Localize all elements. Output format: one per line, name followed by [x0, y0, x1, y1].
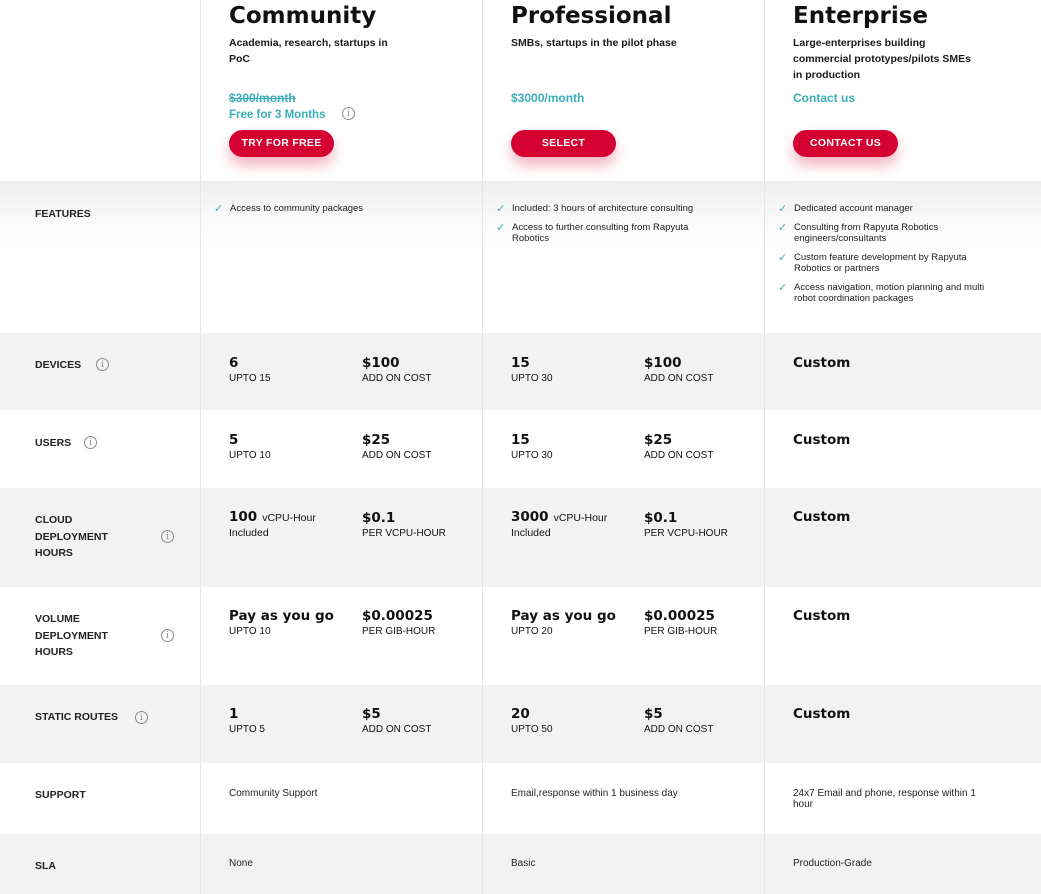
- devices-community-addon: $100 ADD ON COST: [362, 355, 432, 384]
- feature-item: ✓ Access to community packages: [214, 202, 364, 215]
- sla-community: None: [229, 858, 253, 869]
- volume-professional-included: Pay as you go UPTO 20: [511, 608, 616, 637]
- row-label-users: USERS: [35, 437, 72, 449]
- check-icon: ✓: [778, 251, 788, 264]
- row-label-support: SUPPORT: [35, 789, 86, 801]
- cloud-community-addon: $0.1 PER VCPU-HOUR: [362, 510, 446, 539]
- cloud-professional-included: 3000 vCPU-Hour Included: [511, 509, 608, 539]
- info-icon[interactable]: i: [161, 629, 174, 642]
- try-for-free-button[interactable]: TRY FOR FREE: [229, 130, 334, 157]
- cloud-professional-addon: $0.1 PER VCPU-HOUR: [644, 510, 728, 539]
- plan-description: Large-enterprises building commercial pr…: [793, 37, 971, 81]
- sla-row: SLA None Basic Production-Grade: [0, 834, 1041, 894]
- row-label-features: FEATURES: [35, 208, 91, 220]
- select-button[interactable]: SELECT: [511, 130, 616, 157]
- users-enterprise: Custom: [793, 432, 851, 448]
- devices-community-included: 6 UPTO 15: [229, 355, 271, 384]
- feature-item: ✓ Consulting from Rapyuta Robotics engine…: [778, 221, 939, 244]
- plan-price-original: $300/month: [229, 91, 296, 105]
- users-professional-included: 15 UPTO 30: [511, 432, 553, 461]
- check-icon: ✓: [778, 202, 788, 215]
- row-label-devices: DEVICES: [35, 359, 82, 371]
- plan-price-note: Free for 3 Months: [229, 108, 325, 122]
- support-row: SUPPORT Community Support Email,response…: [0, 763, 1041, 834]
- plan-title: Community: [229, 3, 377, 29]
- support-enterprise: 24x7 Email and phone, response within 1 …: [793, 788, 976, 810]
- support-community: Community Support: [229, 788, 318, 799]
- volume-professional-addon: $0.00025 PER GIB-HOUR: [644, 608, 718, 637]
- users-row: USERS i 5 UPTO 10 $25 ADD ON COST 15 UPT…: [0, 410, 1041, 488]
- plan-title: Professional: [511, 3, 672, 29]
- volume-deployment-row: VOLUME DEPLOYMENT HOURS i Pay as you go …: [0, 587, 1041, 685]
- users-community-addon: $25 ADD ON COST: [362, 432, 432, 461]
- features-professional: ✓ Included: 3 hours of architecture consu…: [496, 203, 716, 252]
- info-icon[interactable]: i: [84, 436, 97, 449]
- users-community-included: 5 UPTO 10: [229, 432, 271, 461]
- devices-enterprise: Custom: [793, 355, 851, 371]
- check-icon: ✓: [496, 202, 506, 215]
- info-icon[interactable]: i: [135, 711, 148, 724]
- row-label-volume-deployment: VOLUME DEPLOYMENT HOURS: [35, 613, 108, 658]
- check-icon: ✓: [778, 221, 788, 234]
- sla-enterprise: Production-Grade: [793, 858, 872, 869]
- cloud-enterprise: Custom: [793, 509, 851, 525]
- cloud-community-included: 100 vCPU-Hour Included: [229, 509, 316, 539]
- contact-us-link[interactable]: Contact us: [793, 91, 855, 105]
- feature-item: ✓ Access to further consulting from Rapyu…: [496, 221, 689, 244]
- features-community: ✓ Access to community packages: [214, 203, 434, 222]
- devices-professional-addon: $100 ADD ON COST: [644, 355, 714, 384]
- sla-professional: Basic: [511, 858, 536, 869]
- plan-price: $3000/month: [511, 91, 585, 105]
- feature-item: ✓ Included: 3 hours of architecture consu…: [496, 202, 694, 215]
- plan-description: Academia, research, startups in PoC: [229, 37, 388, 65]
- plan-description: SMBs, startups in the pilot phase: [511, 37, 677, 49]
- plans-header: Community Academia, research, startups i…: [0, 0, 1041, 181]
- feature-item: ✓ Access navigation, motion planning and …: [778, 281, 985, 304]
- info-icon[interactable]: i: [161, 530, 174, 543]
- volume-community-included: Pay as you go UPTO 10: [229, 608, 334, 637]
- devices-professional-included: 15 UPTO 30: [511, 355, 553, 384]
- users-professional-addon: $25 ADD ON COST: [644, 432, 714, 461]
- price-note-text: Free for 3 Months: [229, 109, 326, 121]
- row-label-static-routes: STATIC ROUTES: [35, 711, 119, 723]
- plan-title: Enterprise: [793, 3, 929, 29]
- devices-row: DEVICES i 6 UPTO 15 $100 ADD ON COST 15 …: [0, 333, 1041, 410]
- contact-us-button[interactable]: CONTACT US: [793, 130, 898, 157]
- routes-professional-addon: $5 ADD ON COST: [644, 706, 714, 735]
- column-divider: [200, 0, 201, 894]
- volume-enterprise: Custom: [793, 608, 851, 624]
- info-icon[interactable]: i: [96, 358, 109, 371]
- routes-community-addon: $5 ADD ON COST: [362, 706, 432, 735]
- routes-community-included: 1 UPTO 5: [229, 706, 265, 735]
- row-label-cloud-deployment: CLOUD DEPLOYMENT HOURS: [35, 514, 108, 559]
- features-enterprise: ✓ Dedicated account manager ✓ Consulting f…: [778, 203, 998, 312]
- volume-community-addon: $0.00025 PER GIB-HOUR: [362, 608, 436, 637]
- check-icon: ✓: [496, 221, 506, 234]
- features-row: FEATURES ✓ Access to community packages ✓…: [0, 181, 1041, 333]
- feature-item: ✓ Dedicated account manager: [778, 202, 913, 215]
- check-icon: ✓: [778, 281, 788, 294]
- cloud-deployment-row: CLOUD DEPLOYMENT HOURS i 100 vCPU-Hour In…: [0, 488, 1041, 587]
- column-divider: [482, 0, 483, 894]
- info-icon[interactable]: i: [342, 107, 355, 120]
- support-professional: Email,response within 1 business day: [511, 788, 678, 799]
- column-divider: [764, 0, 765, 894]
- row-label-sla: SLA: [35, 860, 56, 872]
- check-icon: ✓: [214, 202, 224, 215]
- feature-item: ✓ Custom feature development by Rapyuta R…: [778, 251, 967, 274]
- routes-enterprise: Custom: [793, 706, 851, 722]
- routes-professional-included: 20 UPTO 50: [511, 706, 553, 735]
- static-routes-row: STATIC ROUTES i 1 UPTO 5 $5 ADD ON COST …: [0, 685, 1041, 763]
